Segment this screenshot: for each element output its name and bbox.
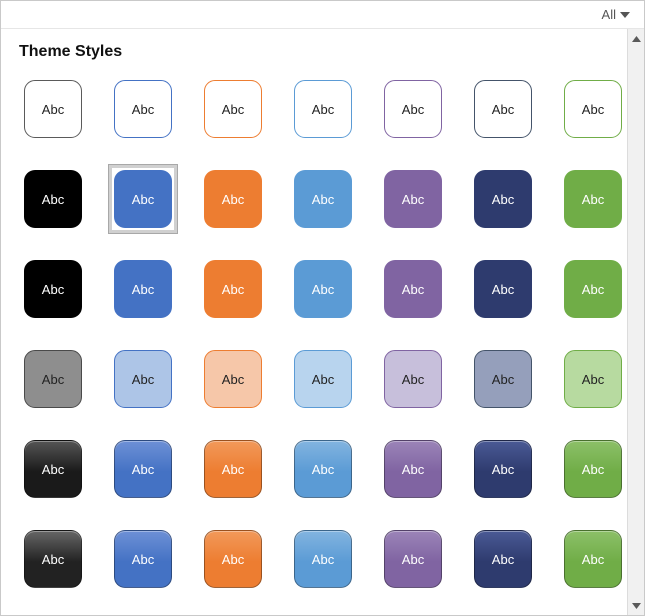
swatch-sample: Abc [384, 170, 442, 228]
style-swatch[interactable]: Abc [19, 435, 87, 503]
style-swatch[interactable]: Abc [109, 345, 177, 413]
chevron-down-icon [620, 12, 630, 18]
panel-body: Theme Styles AbcAbcAbcAbcAbcAbcAbcAbcAbc… [1, 29, 644, 615]
theme-styles-panel: All Theme Styles AbcAbcAbcAbcAbcAbcAbcAb… [0, 0, 645, 616]
swatch-sample: Abc [384, 530, 442, 588]
swatch-sample: Abc [204, 350, 262, 408]
style-swatch[interactable]: Abc [109, 165, 177, 233]
swatch-sample: Abc [204, 530, 262, 588]
style-swatch[interactable]: Abc [289, 75, 357, 143]
swatch-sample: Abc [204, 260, 262, 318]
swatch-sample: Abc [564, 170, 622, 228]
style-swatch[interactable]: Abc [289, 255, 357, 323]
swatch-sample: Abc [114, 80, 172, 138]
style-swatch[interactable]: Abc [109, 255, 177, 323]
section-title: Theme Styles [19, 43, 609, 61]
style-swatch[interactable]: Abc [379, 525, 447, 593]
style-swatch[interactable]: Abc [19, 165, 87, 233]
scrollbar[interactable] [627, 29, 644, 615]
swatch-sample: Abc [564, 350, 622, 408]
swatch-sample: Abc [384, 80, 442, 138]
style-swatch[interactable]: Abc [559, 75, 627, 143]
style-grid: Abc Abc Abc Abc Abc Abc Abc Abc Abc Abc Abc Abc Abc A… [19, 75, 609, 593]
swatch-sample: Abc [564, 260, 622, 318]
scroll-up-button[interactable] [629, 31, 644, 46]
swatch-sample: Abc [384, 440, 442, 498]
style-swatch[interactable]: Abc [19, 525, 87, 593]
swatch-sample: Abc [114, 170, 172, 228]
style-swatch[interactable]: Abc [469, 75, 537, 143]
style-swatch[interactable]: Abc [379, 165, 447, 233]
swatch-sample: Abc [294, 530, 352, 588]
style-swatch[interactable]: Abc [199, 255, 267, 323]
swatch-sample: Abc [384, 350, 442, 408]
style-swatch[interactable]: Abc [379, 435, 447, 503]
panel-header: All [1, 1, 644, 29]
filter-dropdown[interactable]: All [598, 5, 634, 24]
style-swatch[interactable]: Abc [19, 75, 87, 143]
style-swatch[interactable]: Abc [199, 75, 267, 143]
style-swatch[interactable]: Abc [379, 255, 447, 323]
style-swatch[interactable]: Abc [379, 75, 447, 143]
style-swatch[interactable]: Abc [199, 435, 267, 503]
style-swatch[interactable]: Abc [559, 435, 627, 503]
style-swatch[interactable]: Abc [199, 165, 267, 233]
swatch-sample: Abc [384, 260, 442, 318]
style-swatch[interactable]: Abc [559, 525, 627, 593]
style-swatch[interactable]: Abc [559, 255, 627, 323]
style-swatch[interactable]: Abc [289, 525, 357, 593]
swatch-sample: Abc [24, 80, 82, 138]
swatch-sample: Abc [294, 170, 352, 228]
style-swatch[interactable]: Abc [559, 165, 627, 233]
swatch-sample: Abc [474, 440, 532, 498]
style-swatch[interactable]: Abc [289, 435, 357, 503]
swatch-sample: Abc [474, 170, 532, 228]
swatch-sample: Abc [24, 350, 82, 408]
swatch-sample: Abc [474, 350, 532, 408]
swatch-sample: Abc [24, 260, 82, 318]
swatch-sample: Abc [564, 530, 622, 588]
swatch-sample: Abc [564, 440, 622, 498]
style-swatch[interactable]: Abc [199, 345, 267, 413]
swatch-sample: Abc [474, 260, 532, 318]
swatch-sample: Abc [294, 350, 352, 408]
swatch-sample: Abc [294, 440, 352, 498]
style-swatch[interactable]: Abc [469, 345, 537, 413]
swatch-sample: Abc [564, 80, 622, 138]
swatch-sample: Abc [204, 170, 262, 228]
style-swatch[interactable]: Abc [559, 345, 627, 413]
style-swatch[interactable]: Abc [469, 165, 537, 233]
scroll-down-button[interactable] [629, 598, 644, 613]
swatch-sample: Abc [114, 440, 172, 498]
swatch-sample: Abc [24, 170, 82, 228]
swatch-sample: Abc [294, 80, 352, 138]
filter-label: All [602, 7, 616, 22]
style-swatch[interactable]: Abc [289, 345, 357, 413]
swatch-sample: Abc [204, 440, 262, 498]
style-swatch[interactable]: Abc [469, 525, 537, 593]
swatch-sample: Abc [114, 530, 172, 588]
style-swatch[interactable]: Abc [109, 525, 177, 593]
swatch-sample: Abc [474, 530, 532, 588]
styles-content: Theme Styles AbcAbcAbcAbcAbcAbcAbcAbcAbc… [1, 29, 627, 615]
swatch-sample: Abc [474, 80, 532, 138]
swatch-sample: Abc [204, 80, 262, 138]
style-swatch[interactable]: Abc [289, 165, 357, 233]
style-swatch[interactable]: Abc [109, 435, 177, 503]
swatch-sample: Abc [114, 350, 172, 408]
style-swatch[interactable]: Abc [19, 255, 87, 323]
style-swatch[interactable]: Abc [469, 255, 537, 323]
style-swatch[interactable]: Abc [379, 345, 447, 413]
swatch-sample: Abc [114, 260, 172, 318]
swatch-sample: Abc [294, 260, 352, 318]
swatch-sample: Abc [24, 440, 82, 498]
style-swatch[interactable]: Abc [469, 435, 537, 503]
style-swatch[interactable]: Abc [199, 525, 267, 593]
swatch-sample: Abc [24, 530, 82, 588]
style-swatch[interactable]: Abc [19, 345, 87, 413]
style-swatch[interactable]: Abc [109, 75, 177, 143]
